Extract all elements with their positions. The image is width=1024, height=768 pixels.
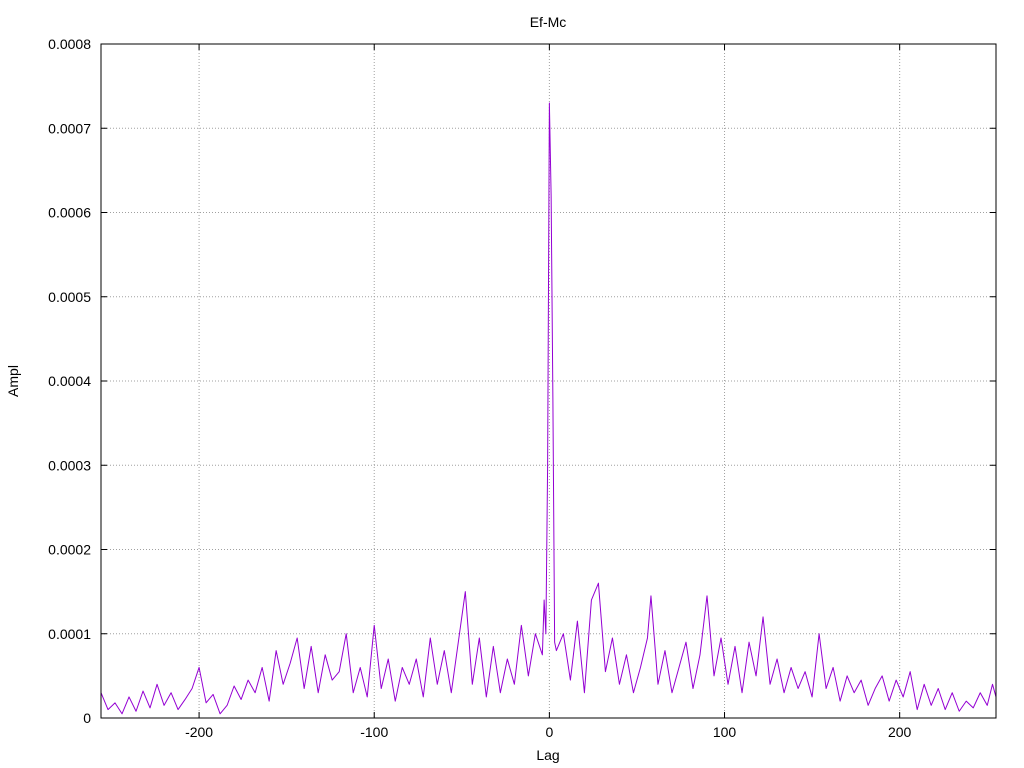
y-tick-label: 0.0002: [48, 542, 91, 558]
y-tick-label: 0.0008: [48, 36, 91, 52]
x-tick-label: 0: [545, 724, 553, 740]
y-tick-label: 0.0003: [48, 457, 91, 473]
y-tick-label: 0.0007: [48, 120, 91, 136]
chart-title: Ef-Mc: [530, 14, 567, 30]
series-line-0: [100, 102, 997, 715]
y-tick-label: 0.0005: [48, 289, 91, 305]
y-tick-labels: 0 0.0001 0.0002 0.0003 0.0004 0.0005 0.0006 0.0…: [48, 36, 91, 726]
y-tick-label: 0.0004: [48, 373, 91, 389]
y-tick-label: 0.0001: [48, 626, 91, 642]
x-tick-label: -200: [185, 724, 213, 740]
y-tick-label: 0.0006: [48, 205, 91, 221]
y-tick-label: 0: [83, 710, 91, 726]
series-layer: [100, 102, 997, 715]
x-tick-labels: -200 -100 0 100 200: [185, 724, 911, 740]
x-tick-label: -100: [360, 724, 388, 740]
x-tick-label: 200: [888, 724, 912, 740]
line-chart: -200 -100 0 100 200 0 0.0001 0.0002 0.0003 0.000…: [5, 14, 997, 763]
x-tick-label: 100: [713, 724, 737, 740]
x-axis-label: Lag: [536, 747, 559, 763]
y-axis-label: Ampl: [5, 365, 21, 397]
